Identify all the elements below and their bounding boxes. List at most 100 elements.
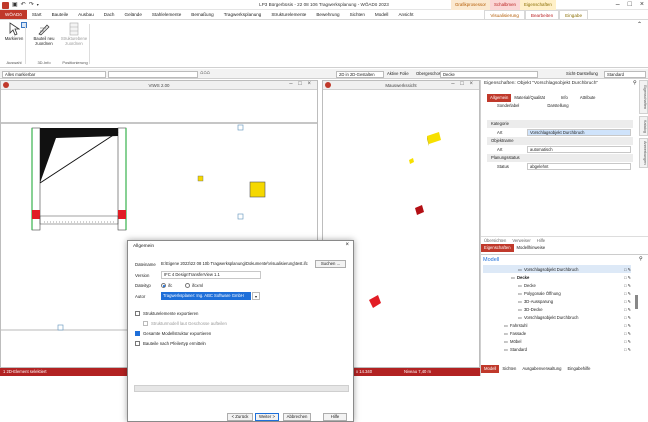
cb-pfeiler[interactable] xyxy=(135,341,140,346)
tab-allgemein[interactable]: Allgemein xyxy=(487,94,512,102)
tab-modell[interactable]: Modell xyxy=(370,10,394,19)
floor-combo[interactable]: Decke xyxy=(440,70,538,78)
sicht-combo[interactable]: Standard xyxy=(604,70,646,78)
author-dropdown-icon[interactable]: ▾ xyxy=(252,292,260,300)
minimize-icon[interactable]: – xyxy=(616,0,620,9)
view-combo[interactable]: 2D in 2D-Gestalten xyxy=(336,70,384,78)
visibility-toggle[interactable]: □ ✎ xyxy=(624,275,631,280)
empty-combo[interactable] xyxy=(108,70,198,78)
visibility-toggle[interactable]: □ ✎ xyxy=(624,339,631,344)
plan-view-controls[interactable]: – □ × xyxy=(289,81,313,87)
tab-visualisierung[interactable]: Visualisierung xyxy=(484,10,525,19)
tab-sonderlabel[interactable]: Sonderlabel xyxy=(487,102,522,110)
cb-gesamt[interactable] xyxy=(135,331,140,336)
cb-struktur[interactable] xyxy=(135,311,140,316)
visibility-toggle[interactable]: □ ✎ xyxy=(624,331,631,336)
tab-struktur[interactable]: Strukturelemente xyxy=(266,10,311,19)
cancel-button[interactable]: Abbrechen xyxy=(283,413,311,421)
visibility-toggle[interactable]: □ ✎ xyxy=(624,283,631,288)
status-field[interactable]: abgelehnt xyxy=(527,163,631,170)
3d-view-controls[interactable]: – □ × xyxy=(451,81,475,87)
tab-gelaende[interactable]: Gelände xyxy=(120,10,147,19)
ctx-tab-grafik[interactable]: Grafikprosessor xyxy=(451,0,490,10)
tab-views[interactable]: Sichten xyxy=(499,365,519,373)
back-button[interactable]: < Zurück xyxy=(227,413,253,421)
tab-tragwerk[interactable]: Tragwerksplanung xyxy=(219,10,267,19)
visibility-toggle[interactable]: □ ✎ xyxy=(624,307,631,312)
tab-bewehrung[interactable]: Bewehrung xyxy=(311,10,344,19)
section-kategorie[interactable]: Kategorie xyxy=(487,120,633,128)
tab-modellhinweise[interactable]: Modellhinweise xyxy=(514,244,549,252)
ctx-tab-schalbmen[interactable]: Schalbmen xyxy=(490,0,520,10)
tab-bemassung[interactable]: Bemaßung xyxy=(186,10,218,19)
tab-output[interactable]: Ausgabenverwaltung xyxy=(519,365,564,373)
author-field[interactable]: Tragwerksplaner: Ing. ABC Software GmbH xyxy=(161,292,251,300)
scrollbar-thumb[interactable] xyxy=(635,295,638,309)
tab-eigenschaften[interactable]: Eigenschaften xyxy=(481,244,514,252)
tree-row[interactable]: ▭ Fassade □ ✎ xyxy=(483,329,631,337)
maximize-icon[interactable]: □ xyxy=(628,0,632,9)
tab-hilfe[interactable]: Hilfe xyxy=(534,237,548,244)
tab-dach[interactable]: Dach xyxy=(99,10,120,19)
pin-icon[interactable]: ⚲ xyxy=(639,256,643,262)
upper-floor-label[interactable]: Obergeschoss xyxy=(416,71,443,76)
tree-row[interactable]: ▭ Decke □ ✎ xyxy=(483,273,631,281)
tab-sichten[interactable]: Sichten xyxy=(345,10,370,19)
view-icons[interactable]: ⌂⌂⌂ xyxy=(200,70,210,76)
tab-input-help[interactable]: Eingabehilfe xyxy=(564,365,593,373)
visibility-toggle[interactable]: □ ✎ xyxy=(624,323,631,328)
filetype-xml-radio[interactable] xyxy=(185,283,190,288)
tab-ausbau[interactable]: Ausbau xyxy=(73,10,99,19)
strukturebene-button[interactable]: Strukturebene zuordnen xyxy=(60,22,88,46)
tree-row[interactable]: ▭ 3D-Aussparung □ ✎ xyxy=(483,297,631,305)
tab-info[interactable]: Info xyxy=(558,94,571,102)
close-icon[interactable]: × xyxy=(640,0,644,9)
tab-file[interactable]: WÖADö xyxy=(0,10,27,19)
tab-uebersichten[interactable]: Übersichten xyxy=(481,237,509,244)
dialog-close-icon[interactable]: × xyxy=(345,242,349,248)
cb-geschosse[interactable] xyxy=(143,321,148,326)
side-tab-1[interactable]: Eigenschaften xyxy=(639,80,648,114)
tab-eingabe[interactable]: Eingabe xyxy=(559,10,588,19)
visibility-toggle[interactable]: □ ✎ xyxy=(624,291,631,296)
version-select[interactable]: IFC 4 DesignTransferView 1.1 xyxy=(161,271,261,279)
help-button[interactable]: Hilfe xyxy=(323,413,347,421)
pin-icon[interactable]: ⚲ xyxy=(633,80,637,86)
tab-darstellung[interactable]: Darstellung xyxy=(544,102,571,110)
layer-combo[interactable]: Alles markierbar xyxy=(2,70,106,78)
ctx-tab-eigenschaften[interactable]: Eigenschaften xyxy=(519,0,556,10)
browse-button[interactable]: Suchen ... xyxy=(315,260,346,268)
tab-start[interactable]: Start xyxy=(27,10,47,19)
tree-row[interactable]: ▭ 3D-Decke □ ✎ xyxy=(483,305,631,313)
active-floor-label[interactable]: Aktive Folie xyxy=(387,71,409,76)
visibility-toggle[interactable]: □ ✎ xyxy=(624,347,631,352)
bauteil-neu-button[interactable]: Bauteil neu zuordnen xyxy=(30,22,58,46)
tree-row[interactable]: ▭ Vorschlagsobjekt Durchbruch □ ✎ xyxy=(483,313,631,321)
tree-row[interactable]: ▭ Fahrstuhl □ ✎ xyxy=(483,321,631,329)
objektname-field[interactable]: automatisch xyxy=(527,146,631,153)
side-tab-2[interactable]: Katalog xyxy=(639,116,648,136)
visibility-toggle[interactable]: □ ✎ xyxy=(624,267,631,272)
tab-stahl[interactable]: Stahlelemente xyxy=(147,10,186,19)
kategorie-field[interactable]: Vorschlagsobjekt Durchbruch xyxy=(527,129,631,136)
tree-row[interactable]: ▭ Standard □ ✎ xyxy=(483,345,631,353)
tab-ansicht[interactable]: Ansicht xyxy=(393,10,418,19)
tree-row[interactable]: ▭ Decke □ ✎ xyxy=(483,281,631,289)
tree-row[interactable]: ▭ Polygonale Öffnung □ ✎ xyxy=(483,289,631,297)
tab-material[interactable]: Material/Qualität xyxy=(511,94,548,102)
select-mode-icon[interactable] xyxy=(21,22,27,28)
side-tab-3[interactable]: Anmerkungen xyxy=(639,138,648,168)
tab-attribute[interactable]: Attribute xyxy=(577,94,599,102)
tab-bearbeiten[interactable]: Bearbeiten xyxy=(524,10,560,19)
visibility-toggle[interactable]: □ ✎ xyxy=(624,315,631,320)
visibility-toggle[interactable]: □ ✎ xyxy=(624,299,631,304)
tree-row[interactable]: ▭ Möbel □ ✎ xyxy=(483,337,631,345)
tree-row[interactable]: ▭ Vorschlagsobjekt Durchbruch □ ✎ xyxy=(483,265,631,273)
filename-field[interactable]: B:\Eigene 2023\22 08 10b Tragwerksplanun… xyxy=(161,260,311,268)
section-planungsstatus[interactable]: Planungsstatus xyxy=(487,154,633,162)
collapse-ribbon-icon[interactable]: ⌃ xyxy=(637,21,642,28)
filetype-ifc-radio[interactable] xyxy=(161,283,166,288)
tab-model[interactable]: Modell xyxy=(481,365,500,373)
section-objektname[interactable]: Objektname xyxy=(487,137,633,145)
next-button[interactable]: Weiter > xyxy=(255,413,279,421)
